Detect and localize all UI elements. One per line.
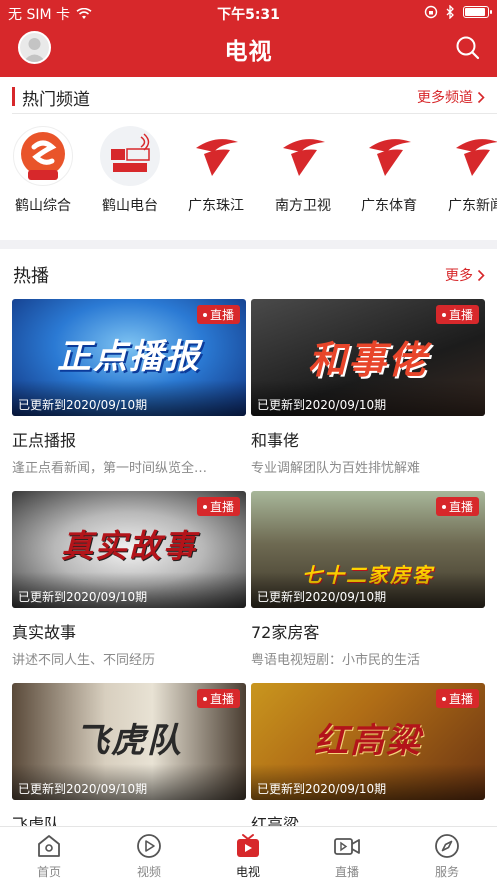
tab-label: 首页 — [36, 865, 61, 879]
gdtv-logo-icon — [186, 126, 246, 186]
status-bar: 无 SIM 卡 下午5:31 — [0, 0, 497, 26]
program-title: 真实故事 — [12, 623, 77, 642]
bottom-tab-bar: 首页 视频 电视 直播 服务 — [0, 826, 497, 883]
channel-item[interactable]: 广东新闻 — [436, 126, 497, 215]
live-badge: 直播 — [435, 689, 479, 708]
program-thumbnail[interactable]: 七十二家房客 直播 已更新到2020/09/10期 — [251, 491, 485, 608]
live-badge: 直播 — [196, 497, 240, 516]
video-camera-icon — [334, 838, 360, 855]
channel-name: 广东体育 — [361, 198, 417, 214]
gdtv-logo-icon — [359, 126, 419, 186]
program-description: 讲述不同人生、不同经历 — [12, 653, 156, 668]
status-time: 下午5:31 — [217, 7, 280, 23]
program-card[interactable]: 和事佬 直播 已更新到2020/09/10期 和事佬 专业调解团队为百姓排忧解难 — [251, 299, 485, 476]
program-title: 和事佬 — [251, 431, 300, 450]
divider — [12, 113, 497, 114]
more-hot-link[interactable]: 更多 — [445, 265, 485, 285]
live-badge: 直播 — [435, 497, 479, 516]
search-icon[interactable] — [455, 35, 481, 61]
home-icon — [38, 835, 60, 857]
program-thumbnail[interactable]: 正点播报 直播 已更新到2020/09/10期 — [12, 299, 246, 416]
channels-section-title: 热门频道 — [22, 90, 90, 110]
orientation-lock-icon — [424, 5, 438, 19]
chevron-right-icon — [477, 269, 485, 281]
tab-live[interactable]: 直播 — [312, 832, 382, 880]
live-badge: 直播 — [435, 305, 479, 324]
thumbnail-art-text: 飞虎队 — [75, 721, 183, 761]
tab-label: 电视 — [235, 865, 260, 879]
sbt-logo-icon — [13, 126, 73, 186]
program-description: 专业调解团队为百姓排忧解难 — [251, 461, 421, 476]
live-badge: 直播 — [196, 305, 240, 324]
hot-section-title: 热播 — [13, 266, 49, 287]
fm-radio-logo-icon — [100, 126, 160, 186]
section-accent-bar — [12, 87, 15, 106]
tv-icon — [237, 834, 259, 857]
tab-label: 直播 — [334, 865, 359, 879]
update-status: 已更新到2020/09/10期 — [12, 764, 246, 800]
program-card[interactable]: 正点播报 直播 已更新到2020/09/10期 正点播报 逢正点看新闻，第一时间… — [12, 299, 246, 476]
chevron-right-icon — [477, 91, 485, 103]
program-thumbnail[interactable]: 和事佬 直播 已更新到2020/09/10期 — [251, 299, 485, 416]
compass-icon — [435, 834, 459, 858]
live-badge: 直播 — [196, 689, 240, 708]
gdtv-logo-icon — [273, 126, 333, 186]
channel-name: 广东珠江 — [188, 198, 244, 214]
program-thumbnail[interactable]: 红高粱 直播 已更新到2020/09/10期 — [251, 683, 485, 800]
thumbnail-art-text: 和事佬 — [307, 338, 428, 382]
more-channels-link[interactable]: 更多频道 — [417, 87, 485, 107]
update-status: 已更新到2020/09/10期 — [251, 764, 485, 800]
channel-item[interactable]: 南方卫视 — [263, 126, 343, 215]
program-card[interactable]: 真实故事 直播 已更新到2020/09/10期 真实故事 讲述不同人生、不同经历 — [12, 491, 246, 668]
thumbnail-art-text: 红高粱 — [314, 721, 422, 761]
program-card[interactable]: 红高粱 直播 已更新到2020/09/10期 红高粱 — [251, 683, 485, 835]
more-channels-label: 更多频道 — [417, 90, 473, 106]
update-status: 已更新到2020/09/10期 — [251, 380, 485, 416]
program-title: 72家房客 — [251, 623, 320, 642]
tab-label: 服务 — [434, 865, 459, 879]
program-title: 正点播报 — [12, 431, 77, 450]
channels-section-header: 热门频道 更多频道 — [0, 79, 497, 113]
section-separator — [0, 240, 497, 249]
gdtv-logo-icon — [446, 126, 497, 186]
program-card[interactable]: 七十二家房客 直播 已更新到2020/09/10期 72家房客 粤语电视短剧：小… — [251, 491, 485, 668]
nav-bar: 电视 — [0, 26, 497, 77]
channel-item[interactable]: 广东体育 — [349, 126, 429, 215]
update-status: 已更新到2020/09/10期 — [12, 572, 246, 608]
tab-label: 视频 — [136, 865, 161, 879]
program-description: 逢正点看新闻，第一时间纵览全… — [12, 461, 208, 476]
channel-list: 鹤山综合 鹤山电台 广东珠江 南方卫视 广东体育 广东新 — [0, 120, 497, 220]
channel-item[interactable]: 鹤山综合 — [3, 126, 83, 215]
program-card[interactable]: 飞虎队 直播 已更新到2020/09/10期 飞虎队 — [12, 683, 246, 835]
channel-name: 鹤山电台 — [102, 198, 158, 214]
tab-home[interactable]: 首页 — [14, 832, 84, 880]
bluetooth-icon — [446, 5, 454, 19]
channel-name: 鹤山综合 — [15, 198, 71, 214]
channel-name: 广东新闻 — [448, 198, 497, 214]
program-description: 粤语电视短剧：小市民的生活 — [251, 653, 421, 668]
page-title: 电视 — [224, 39, 273, 65]
program-thumbnail[interactable]: 飞虎队 直播 已更新到2020/09/10期 — [12, 683, 246, 800]
tab-video[interactable]: 视频 — [114, 832, 184, 880]
tab-tv[interactable]: 电视 — [213, 832, 283, 880]
tab-service[interactable]: 服务 — [412, 832, 482, 880]
thumbnail-art-text: 正点播报 — [57, 337, 201, 377]
more-hot-label: 更多 — [445, 268, 473, 284]
battery-icon — [463, 6, 492, 18]
update-status: 已更新到2020/09/10期 — [251, 572, 485, 608]
thumbnail-art-text: 真实故事 — [60, 527, 197, 565]
update-status: 已更新到2020/09/10期 — [12, 380, 246, 416]
channel-name: 南方卫视 — [275, 198, 331, 214]
play-circle-icon — [137, 834, 161, 858]
program-thumbnail[interactable]: 真实故事 直播 已更新到2020/09/10期 — [12, 491, 246, 608]
channel-item[interactable]: 广东珠江 — [176, 126, 256, 215]
hot-section-header: 热播 更多 — [0, 257, 497, 291]
channel-item[interactable]: 鹤山电台 — [90, 126, 170, 215]
app-header: 无 SIM 卡 下午5:31 电视 — [0, 0, 497, 77]
